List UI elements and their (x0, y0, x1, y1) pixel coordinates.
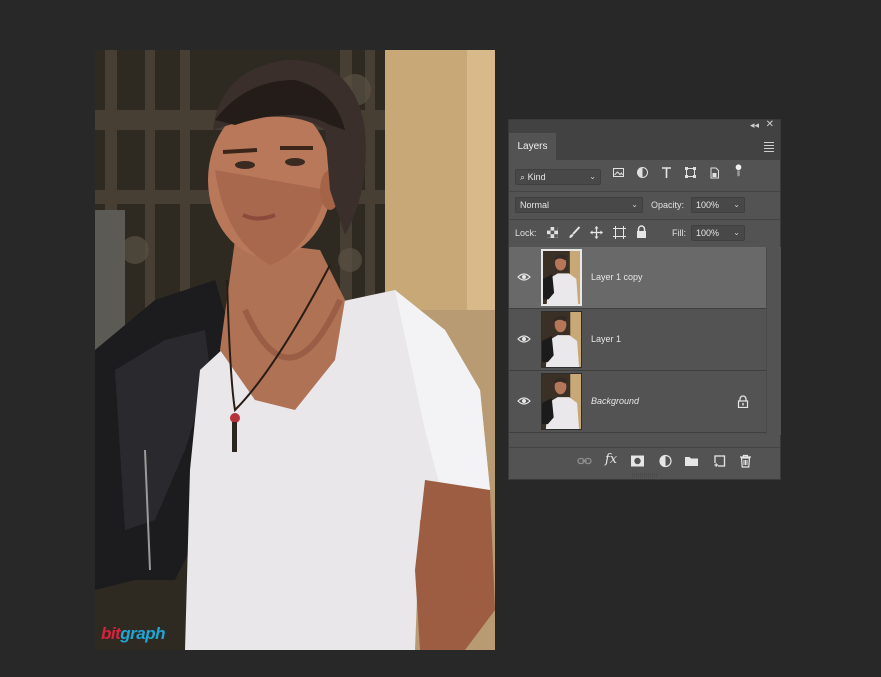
fill-value: 100% (696, 228, 720, 238)
blend-mode-dropdown[interactable]: Normal ⌄ (515, 197, 643, 213)
layer-row-layer-1[interactable]: Layer 1 (509, 309, 766, 371)
opacity-field[interactable]: 100% ⌄ (691, 197, 745, 213)
chevron-down-icon: ⌄ (589, 172, 596, 181)
chevron-down-icon: ⌄ (733, 200, 740, 209)
layer-name[interactable]: Layer 1 copy (591, 272, 643, 282)
layer-thumbnail (541, 311, 582, 368)
opacity-label: Opacity: (651, 200, 685, 210)
layers-bottom-toolbar: fx (509, 447, 780, 474)
lock-row: Lock: Fill: 100% ⌄ (509, 220, 780, 246)
fx-icon[interactable]: fx (605, 452, 620, 467)
panel-header-strip: ◂◂ ✕ (509, 119, 780, 133)
folder-icon[interactable] (684, 454, 699, 468)
layer-name[interactable]: Layer 1 (591, 334, 621, 344)
adjustment-icon[interactable] (658, 454, 673, 468)
lock-label: Lock: (515, 228, 537, 238)
visibility-eye-icon[interactable] (517, 396, 531, 406)
opacity-value: 100% (696, 200, 720, 210)
collapse-panel-icon[interactable]: ◂◂ (750, 120, 759, 131)
search-icon: ⌕ (520, 172, 526, 182)
fill-field[interactable]: 100% ⌄ (691, 225, 745, 241)
adjustment-filter-icon[interactable] (636, 166, 649, 179)
panel-menu-icon[interactable] (764, 142, 774, 154)
filter-toggle-icon[interactable] (732, 164, 745, 177)
blend-mode-value: Normal (520, 200, 550, 210)
layers-list: Layer 1 copy Layer 1 Background (509, 247, 766, 433)
portrait-photo (95, 50, 495, 650)
lock-artboard-icon[interactable] (613, 226, 626, 239)
visibility-eye-icon[interactable] (517, 334, 531, 344)
pixel-filter-icon[interactable] (612, 166, 625, 179)
layer-name[interactable]: Background (591, 396, 639, 406)
trash-icon[interactable] (738, 454, 753, 468)
shape-filter-icon[interactable] (684, 166, 697, 179)
lock-transparency-icon[interactable] (546, 226, 559, 239)
watermark-part1: bit (101, 624, 121, 643)
filter-kind-label: Kind (527, 172, 546, 182)
link-icon[interactable] (577, 454, 592, 468)
close-icon[interactable]: ✕ (766, 119, 774, 130)
chevron-down-icon: ⌄ (733, 228, 740, 237)
visibility-eye-icon[interactable] (517, 272, 531, 282)
lock-pixels-brush-icon[interactable] (568, 226, 581, 239)
filter-kind-dropdown[interactable]: ⌕ Kind ⌄ (515, 169, 601, 185)
fill-label: Fill: (672, 228, 686, 238)
new-layer-icon[interactable] (712, 454, 727, 468)
smart-object-filter-icon[interactable] (708, 166, 721, 179)
resize-grip-icon[interactable] (630, 473, 660, 477)
chevron-down-icon: ⌄ (631, 200, 638, 209)
type-filter-icon[interactable] (660, 166, 673, 179)
layer-thumbnail (541, 373, 582, 430)
layer-thumbnail (541, 249, 582, 306)
blend-row: Normal ⌄ Opacity: 100% ⌄ (509, 192, 780, 218)
lock-position-icon[interactable] (590, 226, 603, 239)
watermark-logo: bitgraph (101, 624, 166, 644)
layers-scrollbar[interactable] (766, 247, 781, 435)
watermark-part2: graph (120, 624, 166, 643)
tab-layers[interactable]: Layers (509, 133, 556, 160)
document-canvas[interactable]: bitgraph (95, 50, 495, 650)
filter-row: ⌕ Kind ⌄ (509, 164, 780, 190)
layers-panel: ◂◂ ✕ Layers ⌕ Kind ⌄ Normal ⌄ Opacity: 1… (508, 119, 781, 480)
layer-row-layer-1-copy[interactable]: Layer 1 copy (509, 247, 766, 309)
panel-tab-bar: Layers (509, 133, 780, 160)
layer-row-background[interactable]: Background (509, 371, 766, 433)
mask-icon[interactable] (630, 454, 645, 468)
lock-all-icon[interactable] (635, 225, 648, 238)
layer-lock-icon[interactable] (737, 395, 749, 408)
